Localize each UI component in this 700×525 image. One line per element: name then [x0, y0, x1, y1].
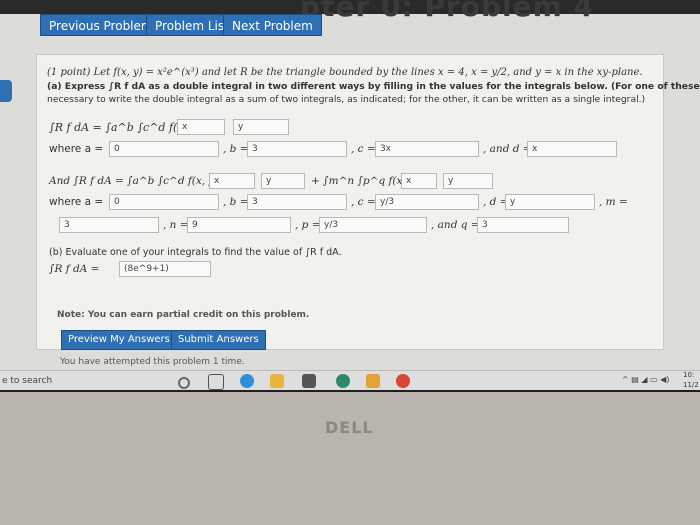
- n2-input[interactable]: 9: [187, 217, 291, 233]
- previous-problem-button[interactable]: Previous Problem: [40, 14, 162, 36]
- laptop-chassis: [0, 392, 700, 525]
- plus-inner-d-input[interactable]: x: [401, 173, 437, 189]
- and-d-label: , and d =: [483, 143, 532, 155]
- second-integral-label: And ∫R f dA = ∫a^b ∫c^d f(x, y) d: [49, 175, 229, 187]
- part-b-text: (b) Evaluate one of your integrals to fi…: [49, 247, 342, 258]
- d1-input[interactable]: x: [527, 141, 617, 157]
- first-outer-d-input[interactable]: y: [233, 119, 289, 135]
- app-icon[interactable]: [336, 374, 350, 388]
- page-header: pter 0: Problem 4: [300, 0, 595, 23]
- cortana-icon[interactable]: [178, 377, 190, 389]
- m2-input[interactable]: 3: [59, 217, 159, 233]
- first-inner-d-input[interactable]: x: [177, 119, 225, 135]
- b2-label: , b =: [223, 196, 249, 208]
- where-a-label: where a =: [49, 143, 104, 155]
- task-view-icon[interactable]: [208, 374, 224, 390]
- attempts-text: You have attempted this problem 1 time.: [60, 357, 245, 367]
- a2-input[interactable]: 0: [109, 194, 219, 210]
- answer-b-input[interactable]: (8e^9+1): [119, 261, 211, 277]
- next-problem-button[interactable]: Next Problem: [223, 14, 322, 36]
- p-label: , p =: [295, 219, 321, 231]
- second-inner-d-input[interactable]: x: [209, 173, 255, 189]
- tray-icons[interactable]: ^ ▤ ◢ ▭ ◀): [622, 375, 669, 384]
- edge-icon[interactable]: [240, 374, 254, 388]
- d2-input[interactable]: y: [505, 194, 595, 210]
- problem-statement: (1 point) Let f(x, y) = x²e^(x³) and let…: [47, 67, 643, 78]
- preview-answers-button[interactable]: Preview My Answers: [61, 330, 177, 350]
- store-icon[interactable]: [302, 374, 316, 388]
- c2-input[interactable]: y/3: [375, 194, 479, 210]
- taskbar-search[interactable]: e to search: [2, 376, 52, 386]
- p2-input[interactable]: y/3: [319, 217, 427, 233]
- chrome-icon[interactable]: [396, 374, 410, 388]
- side-tab[interactable]: [0, 80, 12, 102]
- clock-time[interactable]: 10:: [683, 371, 694, 379]
- b1-input[interactable]: 3: [247, 141, 347, 157]
- where-a2-label: where a =: [49, 196, 104, 208]
- second-outer-d-input[interactable]: y: [261, 173, 305, 189]
- c-label: , c =: [351, 143, 376, 155]
- clock-date[interactable]: 11/2: [683, 381, 699, 389]
- submit-answers-button[interactable]: Submit Answers: [171, 330, 266, 350]
- part-a-line-2: necessary to write the double integral a…: [47, 94, 646, 105]
- screen: pter 0: Problem 4 Previous Problem Probl…: [0, 0, 700, 390]
- partial-credit-note: Note: You can earn partial credit on thi…: [57, 310, 310, 320]
- part-b-integral-label: ∫R f dA =: [49, 263, 100, 275]
- a1-input[interactable]: 0: [109, 141, 219, 157]
- c1-input[interactable]: 3x: [375, 141, 479, 157]
- m-label: , m =: [599, 196, 628, 208]
- mail-icon[interactable]: [366, 374, 380, 388]
- problem-panel: (1 point) Let f(x, y) = x²e^(x³) and let…: [36, 54, 700, 350]
- q2-input[interactable]: 3: [477, 217, 569, 233]
- b2-input[interactable]: 3: [247, 194, 347, 210]
- part-a-line-1: (a) Express ∫R f dA as a double integral…: [47, 81, 700, 92]
- file-explorer-icon[interactable]: [270, 374, 284, 388]
- plus-outer-d-input[interactable]: y: [443, 173, 493, 189]
- b-label: , b =: [223, 143, 249, 155]
- dell-logo: DELL: [325, 418, 374, 437]
- and-q-label: , and q =: [431, 219, 480, 231]
- n-label: , n =: [163, 219, 189, 231]
- c2-label: , c =: [351, 196, 376, 208]
- taskbar: e to search ^ ▤ ◢ ▭ ◀) 10: 11/2: [0, 370, 700, 390]
